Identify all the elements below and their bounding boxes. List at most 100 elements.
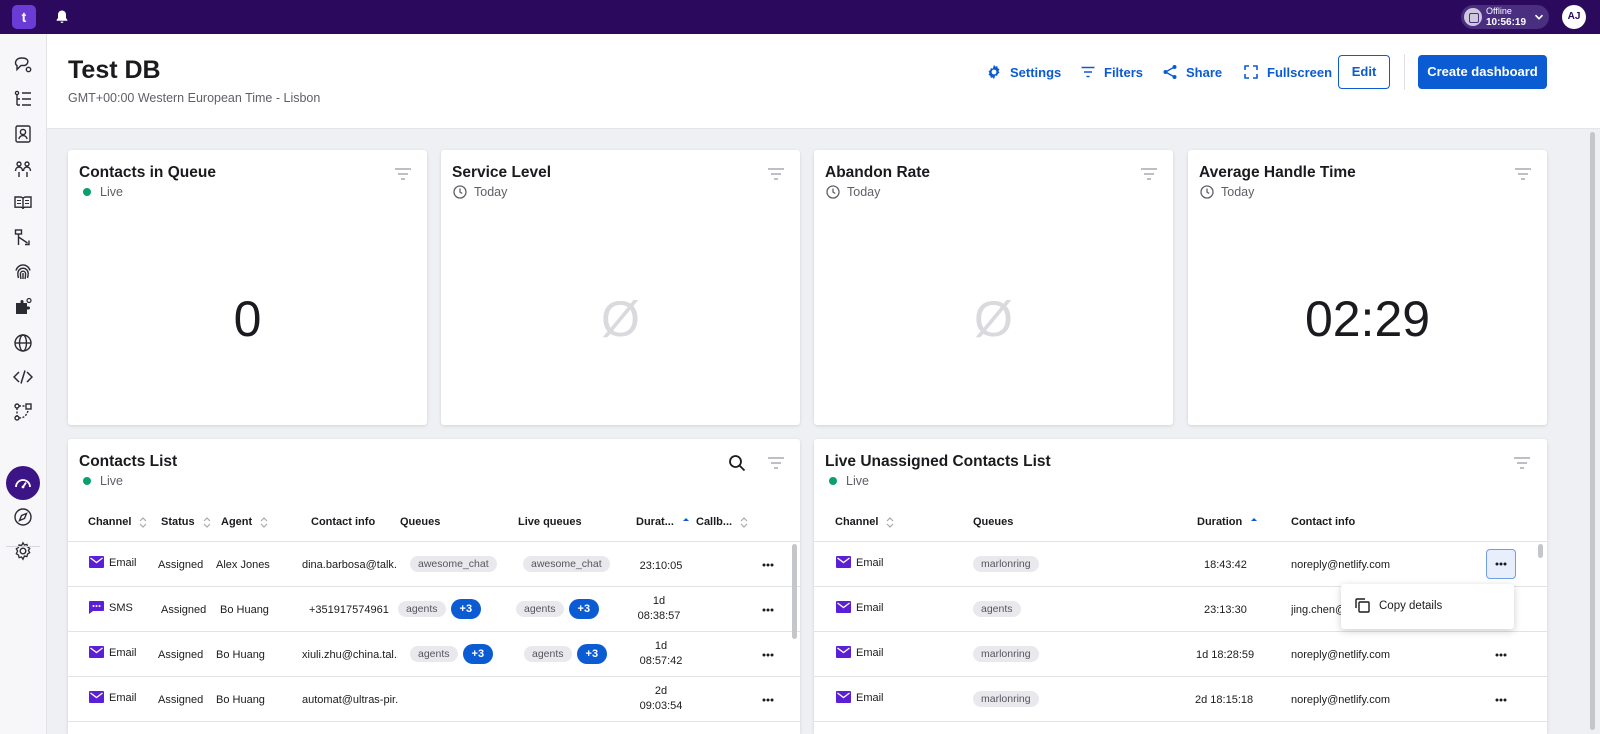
fingerprint-icon bbox=[15, 264, 31, 280]
contact-info-cell: noreply@netlify.com bbox=[1291, 559, 1390, 571]
row-actions-button[interactable] bbox=[758, 558, 778, 572]
duration-cell: 23:10:05 bbox=[630, 559, 692, 574]
column-header-queues[interactable]: Queues bbox=[973, 516, 1013, 528]
sidebar-item-code[interactable] bbox=[12, 366, 34, 388]
column-header-duration[interactable]: Duration bbox=[1197, 516, 1258, 528]
queues-cell: agents +3 bbox=[410, 644, 494, 666]
widget-contacts-list: Contacts List Live Channel Status Agent … bbox=[68, 439, 800, 734]
queue-more-count[interactable]: +3 bbox=[576, 644, 608, 664]
channel-cell: Email bbox=[836, 601, 884, 614]
column-header-contact-info[interactable]: Contact info bbox=[1291, 516, 1355, 528]
live-indicator-icon bbox=[829, 477, 837, 485]
column-header-duration[interactable]: Durat... bbox=[636, 516, 690, 528]
widget-title: Live Unassigned Contacts List bbox=[825, 453, 1051, 470]
table-row[interactable]: Email marlonring 18:43:42 noreply@netlif… bbox=[814, 542, 1547, 587]
share-button[interactable]: Share bbox=[1162, 62, 1222, 82]
channel-cell: Email bbox=[836, 691, 884, 704]
queue-chip: agents bbox=[524, 646, 572, 662]
column-header-callback[interactable]: Callb... bbox=[696, 516, 748, 528]
queue-more-count[interactable]: +3 bbox=[450, 599, 482, 619]
dashboard-header: Test DB GMT+00:00 Western European Time … bbox=[47, 34, 1600, 129]
table-row[interactable]: Email marlonring 2d 18:15:18 noreply@net… bbox=[814, 677, 1547, 722]
sidebar-item-settings[interactable] bbox=[12, 540, 34, 562]
status-cell: Assigned bbox=[161, 604, 207, 616]
app-logo[interactable]: t bbox=[12, 5, 36, 29]
contact-info-cell: noreply@netlify.com bbox=[1291, 649, 1390, 661]
channel-label: Email bbox=[109, 646, 137, 659]
filter-icon[interactable] bbox=[767, 167, 785, 181]
gear-icon bbox=[988, 64, 1000, 80]
table-row[interactable]: Email Assigned Bo Huang xiuli.zhu@china.… bbox=[68, 632, 800, 677]
sidebar-item-dashboards[interactable] bbox=[6, 466, 40, 500]
filter-icon[interactable] bbox=[767, 456, 785, 470]
column-header-contact-info[interactable]: Contact info bbox=[311, 516, 375, 528]
filter-icon[interactable] bbox=[1140, 167, 1158, 181]
agent-cell: Bo Huang bbox=[220, 604, 269, 616]
edit-button[interactable]: Edit bbox=[1338, 55, 1390, 89]
table-row[interactable]: Email Assigned Bo Huang automat@ultras-p… bbox=[68, 677, 800, 722]
bell-icon[interactable] bbox=[54, 9, 70, 25]
row-actions-button[interactable] bbox=[1491, 693, 1511, 707]
top-bar: t Offline 10:56:19 AJ bbox=[0, 0, 1600, 34]
row-actions-button[interactable] bbox=[1486, 549, 1516, 579]
column-header-channel[interactable]: Channel bbox=[835, 516, 894, 528]
queue-more-count[interactable]: +3 bbox=[568, 599, 600, 619]
channel-label: Email bbox=[109, 556, 137, 569]
user-avatar[interactable]: AJ bbox=[1562, 5, 1586, 29]
live-queues-cell: awesome_chat bbox=[523, 556, 610, 572]
sidebar-item-workflow[interactable] bbox=[12, 401, 34, 423]
sidebar-item-globe[interactable] bbox=[12, 332, 34, 354]
table-scrollbar-thumb[interactable] bbox=[1538, 544, 1543, 558]
sidebar-item-contacts[interactable] bbox=[12, 123, 34, 145]
settings-label: Settings bbox=[1010, 64, 1062, 80]
table-row[interactable]: SMS Assigned Bo Huang +351917574961 agen… bbox=[68, 587, 800, 632]
sidebar-item-inbox[interactable] bbox=[12, 54, 34, 76]
queue-chip: marlonring bbox=[973, 646, 1039, 662]
queue-chip: marlonring bbox=[973, 691, 1039, 707]
integrations-icon bbox=[16, 297, 32, 314]
search-icon[interactable] bbox=[728, 454, 746, 472]
column-header-agent[interactable]: Agent bbox=[221, 516, 268, 528]
status-time: 10:56:19 bbox=[1486, 17, 1527, 28]
channel-cell: Email bbox=[836, 556, 884, 569]
row-actions-button[interactable] bbox=[758, 603, 778, 617]
table-scrollbar-thumb[interactable] bbox=[792, 544, 797, 639]
menu-item-copy-details[interactable]: Copy details bbox=[1355, 598, 1442, 613]
settings-button[interactable]: Settings bbox=[986, 62, 1061, 82]
column-label: Channel bbox=[88, 516, 132, 528]
column-label: Queues bbox=[973, 516, 1014, 528]
sidebar-item-teams[interactable] bbox=[12, 158, 34, 180]
widget-period: Today bbox=[474, 185, 508, 199]
filter-icon[interactable] bbox=[1513, 456, 1531, 470]
workflow-icon bbox=[14, 403, 32, 421]
table-row[interactable]: Email Assigned Alex Jones dina.barbosa@t… bbox=[68, 542, 800, 587]
sidebar-item-tasks[interactable] bbox=[12, 88, 34, 110]
row-actions-button[interactable] bbox=[758, 693, 778, 707]
channel-cell: SMS bbox=[89, 601, 133, 614]
column-header-queues[interactable]: Queues bbox=[400, 516, 440, 528]
sidebar-item-knowledge[interactable] bbox=[12, 192, 34, 214]
sidebar-item-flows[interactable] bbox=[12, 227, 34, 249]
sidebar bbox=[0, 34, 47, 734]
column-header-channel[interactable]: Channel bbox=[88, 516, 147, 528]
widget-title: Contacts in Queue bbox=[79, 164, 216, 181]
metric-value: Ø bbox=[601, 291, 640, 347]
filter-icon[interactable] bbox=[1514, 167, 1532, 181]
email-icon bbox=[89, 556, 104, 568]
filter-icon[interactable] bbox=[394, 167, 412, 181]
sidebar-item-integrations[interactable] bbox=[12, 296, 34, 318]
filters-button[interactable]: Filters bbox=[1080, 62, 1143, 82]
row-actions-button[interactable] bbox=[1491, 648, 1511, 662]
create-dashboard-button[interactable]: Create dashboard bbox=[1418, 55, 1547, 89]
agent-status-dropdown[interactable]: Offline 10:56:19 bbox=[1461, 5, 1549, 29]
status-label: Offline bbox=[1486, 6, 1512, 16]
queue-more-count[interactable]: +3 bbox=[462, 644, 494, 664]
table-row[interactable]: Email marlonring 1d 18:28:59 noreply@net… bbox=[814, 632, 1547, 677]
column-header-status[interactable]: Status bbox=[161, 516, 211, 528]
fullscreen-button[interactable]: Fullscreen bbox=[1243, 62, 1332, 82]
row-actions-button[interactable] bbox=[758, 648, 778, 662]
column-label: Channel bbox=[835, 516, 879, 528]
column-header-live-queues[interactable]: Live queues bbox=[518, 516, 582, 528]
main-scrollbar-thumb[interactable] bbox=[1590, 132, 1595, 730]
sidebar-item-fingerprint[interactable] bbox=[12, 261, 34, 283]
